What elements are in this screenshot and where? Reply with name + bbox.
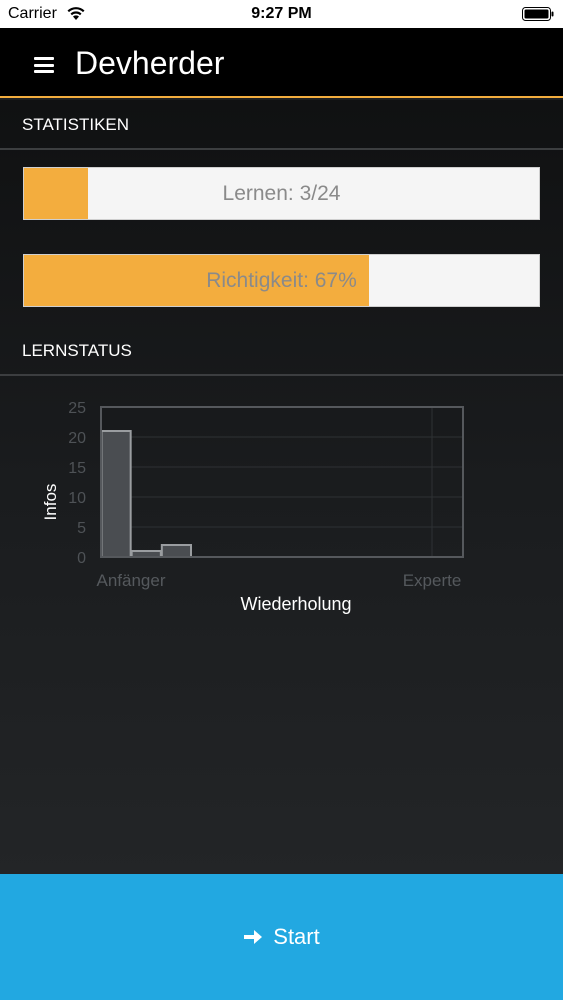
chart-y-axis-label: Infos bbox=[41, 484, 60, 521]
arrow-right-icon bbox=[244, 930, 263, 944]
statistics-section-header: STATISTIKEN bbox=[0, 100, 563, 150]
status-time: 9:27 PM bbox=[251, 5, 312, 22]
chart-y-tick-label: 10 bbox=[68, 490, 86, 507]
learnstatus-header-label: LERNSTATUS bbox=[22, 341, 132, 360]
status-bar: Carrier 9:27 PM bbox=[0, 0, 563, 28]
chart-bar bbox=[100, 430, 132, 558]
learn-progress-bar: Lernen: 3/24 bbox=[23, 167, 540, 220]
learnstatus-chart: 0 5 10 15 20 25 Anfänger Experte Wiederholung Inf… bbox=[41, 400, 464, 614]
chart-y-tick-label: 25 bbox=[68, 400, 86, 417]
app-title: Devherder bbox=[75, 45, 225, 81]
chart-x-axis-label: Wiederholung bbox=[240, 594, 351, 614]
start-button[interactable]: Start bbox=[0, 874, 563, 1000]
learnstatus-section-header: LERNSTATUS bbox=[0, 326, 563, 376]
navbar: Devherder bbox=[0, 28, 563, 98]
chart-y-tick-label: 15 bbox=[68, 460, 86, 477]
chart-y-tick-label: 20 bbox=[68, 430, 86, 447]
start-button-label: Start bbox=[273, 924, 320, 949]
chart-bar bbox=[160, 544, 192, 558]
accuracy-progress-label: Richtigkeit: 67% bbox=[206, 269, 357, 292]
hamburger-menu-icon[interactable] bbox=[34, 57, 54, 73]
chart-x-tick-label: Anfänger bbox=[97, 571, 166, 590]
battery-icon bbox=[522, 7, 554, 21]
statistics-header-label: STATISTIKEN bbox=[22, 115, 130, 134]
accuracy-progress-bar: Richtigkeit: 67% bbox=[23, 254, 540, 307]
chart-frame bbox=[100, 406, 464, 558]
chart-y-tick-label: 0 bbox=[77, 550, 86, 567]
learn-progress-label: Lernen: 3/24 bbox=[222, 182, 341, 205]
chart-x-tick-label: Experte bbox=[403, 571, 462, 590]
chart-y-tick-label: 5 bbox=[77, 520, 86, 537]
